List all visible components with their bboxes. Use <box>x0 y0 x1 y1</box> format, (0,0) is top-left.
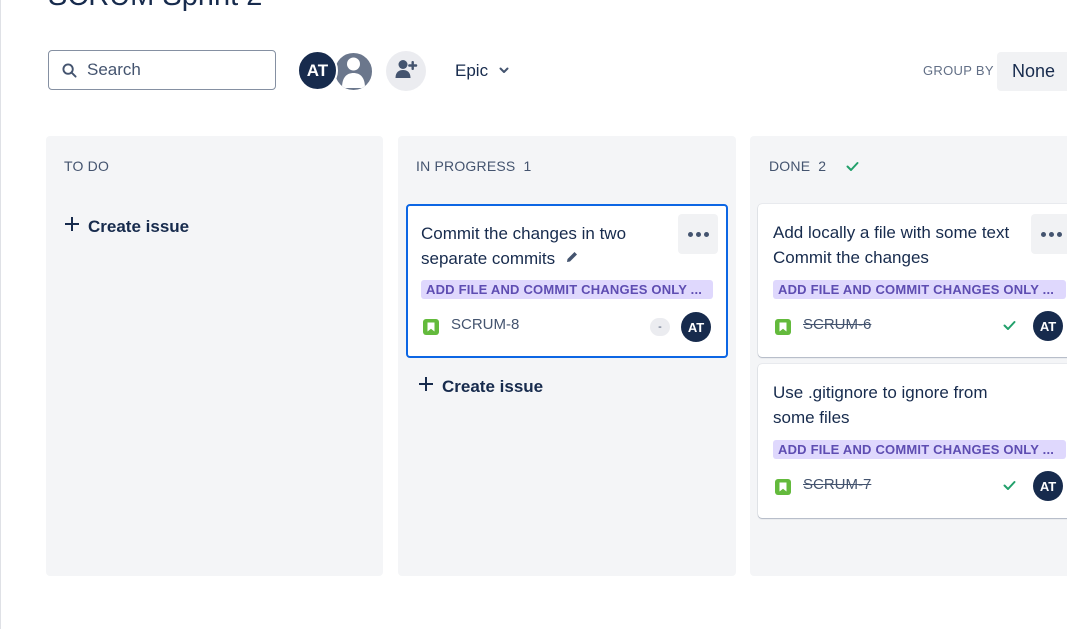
column-header-todo: TO DO <box>64 158 109 174</box>
epic-filter-label: Epic <box>455 61 489 80</box>
assignee-avatar[interactable]: AT <box>1033 311 1063 341</box>
column-header-in-progress: IN PROGRESS 1 <box>416 158 531 174</box>
story-point-estimate[interactable]: - <box>650 318 670 336</box>
story-icon <box>775 319 791 335</box>
column-todo: TO DO Create issue <box>46 136 383 576</box>
card-title: Commit the changes in two separate commi… <box>421 221 671 271</box>
column-in-progress: IN PROGRESS 1 Commit the changes in two … <box>398 136 736 576</box>
plus-icon <box>418 376 434 397</box>
column-done: DONE 2 Add locally a file with some text… <box>750 136 1067 576</box>
create-issue-label: Create issue <box>88 216 190 236</box>
more-actions-button[interactable] <box>1031 214 1067 254</box>
issue-key[interactable]: SCRUM-8 <box>451 316 519 333</box>
column-issue-count: 2 <box>818 158 827 174</box>
avatar-at[interactable]: AT <box>297 50 338 91</box>
add-people-button[interactable] <box>386 51 426 91</box>
column-issue-count: 1 <box>523 158 532 174</box>
issue-card-scrum-8[interactable]: Commit the changes in two separate commi… <box>406 204 728 358</box>
issue-key[interactable]: SCRUM-6 <box>803 316 871 333</box>
group-by-select[interactable]: None <box>997 52 1067 91</box>
issue-card-scrum-6[interactable]: Add locally a file with some text Commit… <box>758 204 1067 357</box>
done-check-icon <box>1003 480 1016 491</box>
assignee-avatar[interactable]: AT <box>1033 471 1063 501</box>
card-title-line: Use .gitignore to ignore from <box>773 383 988 402</box>
search-icon <box>62 62 77 78</box>
create-issue-button-todo[interactable]: Create issue <box>64 216 189 237</box>
card-title: Use .gitignore to ignore from some files <box>773 380 1033 430</box>
card-title-line: Commit the changes <box>773 248 929 267</box>
checkmark-icon <box>846 161 859 172</box>
column-title: DONE <box>769 158 811 174</box>
card-title-line: separate commits <box>421 249 556 268</box>
card-title-line: some files <box>773 408 850 427</box>
page-title: SCRUM Sprint 2 <box>48 0 262 13</box>
search-input[interactable] <box>85 59 259 81</box>
epic-lozenge[interactable]: ADD FILE AND COMMIT CHANGES ONLY ... <box>421 280 713 299</box>
assignee-avatar[interactable]: AT <box>681 312 711 342</box>
create-issue-button-in-progress[interactable]: Create issue <box>418 376 543 397</box>
card-title: Add locally a file with some text Commit… <box>773 220 1033 270</box>
card-title-line: Add locally a file with some text <box>773 223 1010 242</box>
column-title: IN PROGRESS <box>416 158 516 174</box>
card-title-line: Commit the changes in two <box>421 224 627 243</box>
group-by-value: None <box>1012 61 1056 81</box>
story-icon <box>775 479 791 495</box>
issue-card-scrum-7[interactable]: Use .gitignore to ignore from some files… <box>758 364 1067 518</box>
create-issue-label: Create issue <box>442 376 544 396</box>
group-by-label: GROUP BY <box>923 63 994 78</box>
edit-pencil-icon[interactable] <box>565 246 579 271</box>
search-box[interactable] <box>48 50 276 90</box>
issue-key[interactable]: SCRUM-7 <box>803 476 871 493</box>
epic-lozenge[interactable]: ADD FILE AND COMMIT CHANGES ONLY ... <box>773 440 1066 459</box>
done-check-icon <box>1003 320 1016 331</box>
page-left-border <box>0 0 1 629</box>
column-title: TO DO <box>64 158 110 174</box>
epic-filter-dropdown[interactable]: Epic <box>446 52 519 90</box>
epic-lozenge[interactable]: ADD FILE AND COMMIT CHANGES ONLY ... <box>773 280 1066 299</box>
chevron-down-icon <box>498 61 510 81</box>
avatar-user[interactable] <box>332 50 375 93</box>
user-icon <box>335 53 372 90</box>
column-header-done: DONE 2 <box>769 158 859 174</box>
plus-icon <box>64 216 80 237</box>
more-actions-button[interactable] <box>678 214 718 254</box>
add-user-icon <box>394 57 418 86</box>
story-icon <box>423 319 439 335</box>
